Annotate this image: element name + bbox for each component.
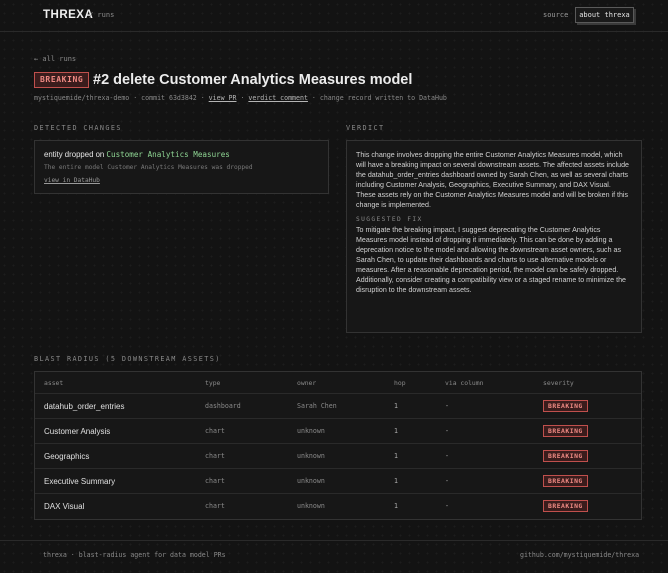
run-meta-suffix: · change record written to DataHub xyxy=(307,94,447,102)
asset-via-column: - xyxy=(445,452,449,460)
asset-hop: 1 xyxy=(394,427,398,435)
detected-changes-heading: DETECTED CHANGES xyxy=(34,124,122,132)
table-row[interactable]: datahub_order_entries dashboard Sarah Ch… xyxy=(35,394,641,419)
change-prefix: entity dropped on xyxy=(44,150,107,159)
asset-via-column: - xyxy=(445,502,449,510)
asset-via-column: - xyxy=(445,477,449,485)
asset-owner: Sarah Chen xyxy=(297,402,337,410)
col-asset: asset xyxy=(44,379,64,387)
asset-name[interactable]: Executive Summary xyxy=(44,469,115,494)
top-bar: THREXA / runs source about threxa xyxy=(0,0,668,32)
view-pr-link[interactable]: view PR xyxy=(209,94,237,102)
footer-tagline: threxa · blast-radius agent for data mod… xyxy=(43,551,226,559)
verdict-heading: VERDICT xyxy=(346,124,385,132)
nav-source-link[interactable]: source xyxy=(543,11,568,19)
footer-divider xyxy=(0,540,668,541)
asset-hop: 1 xyxy=(394,502,398,510)
severity-badge: BREAKING xyxy=(543,425,588,438)
back-to-runs-link[interactable]: ← all runs xyxy=(34,55,76,63)
asset-owner: unknown xyxy=(297,452,325,460)
severity-cell: BREAKING xyxy=(543,394,588,419)
suggested-fix-heading: SUGGESTED FIX xyxy=(356,216,423,223)
page-title: #2 delete Customer Analytics Measures mo… xyxy=(93,72,413,88)
verdict-comment-link[interactable]: verdict comment xyxy=(248,94,308,102)
asset-hop: 1 xyxy=(394,477,398,485)
verdict-text: This change involves dropping the entire… xyxy=(356,151,629,209)
detected-changes-card: entity dropped on Customer Analytics Mea… xyxy=(34,140,329,194)
asset-type: chart xyxy=(205,477,225,485)
severity-cell: BREAKING xyxy=(543,444,588,469)
view-in-datahub-link[interactable]: view in DataHub xyxy=(44,177,100,184)
asset-hop: 1 xyxy=(394,452,398,460)
col-hop: hop xyxy=(394,379,406,387)
severity-badge: BREAKING xyxy=(543,475,588,488)
table-row[interactable]: DAX Visual chart unknown 1 - BREAKING xyxy=(35,494,641,519)
asset-owner: unknown xyxy=(297,477,325,485)
asset-hop: 1 xyxy=(394,402,398,410)
table-row[interactable]: Geographics chart unknown 1 - BREAKING xyxy=(35,444,641,469)
change-description: The entire model Customer Analytics Meas… xyxy=(44,164,253,171)
col-owner: owner xyxy=(297,379,317,387)
asset-type: chart xyxy=(205,452,225,460)
col-via-column: via column xyxy=(445,379,484,387)
severity-cell: BREAKING xyxy=(543,469,588,494)
asset-name[interactable]: Geographics xyxy=(44,444,89,469)
nav-about-button[interactable]: about threxa xyxy=(575,7,634,23)
meta-separator: · xyxy=(236,94,249,102)
footer-repo-link[interactable]: github.com/mystiquemide/threxa xyxy=(520,551,639,559)
blast-radius-table: asset type owner hop via column severity… xyxy=(34,371,642,520)
change-summary: entity dropped on Customer Analytics Mea… xyxy=(44,150,230,159)
asset-name[interactable]: DAX Visual xyxy=(44,494,84,519)
col-type: type xyxy=(205,379,221,387)
asset-type: chart xyxy=(205,427,225,435)
asset-via-column: - xyxy=(445,402,449,410)
blast-radius-heading: BLAST RADIUS (5 DOWNSTREAM ASSETS) xyxy=(34,355,221,363)
asset-owner: unknown xyxy=(297,502,325,510)
status-badge: BREAKING xyxy=(34,72,90,88)
table-row[interactable]: Customer Analysis chart unknown 1 - BREA… xyxy=(35,419,641,444)
severity-badge: BREAKING xyxy=(543,450,588,463)
run-meta: mystiquemide/threxa-demo · commit 63d384… xyxy=(34,94,447,102)
asset-type: chart xyxy=(205,502,225,510)
severity-badge: BREAKING xyxy=(543,400,588,413)
table-header-row: asset type owner hop via column severity xyxy=(35,372,641,394)
asset-name[interactable]: datahub_order_entries xyxy=(44,394,125,419)
severity-cell: BREAKING xyxy=(543,494,588,519)
brand-logo[interactable]: THREXA xyxy=(43,9,93,21)
verdict-card: This change involves dropping the entire… xyxy=(346,140,642,333)
asset-via-column: - xyxy=(445,427,449,435)
table-row[interactable]: Executive Summary chart unknown 1 - BREA… xyxy=(35,469,641,494)
col-severity: severity xyxy=(543,379,574,387)
changed-model-name: Customer Analytics Measures xyxy=(106,150,230,159)
breadcrumb[interactable]: / runs xyxy=(89,11,114,19)
run-meta-prefix: mystiquemide/threxa-demo · commit 63d384… xyxy=(34,94,209,102)
asset-name[interactable]: Customer Analysis xyxy=(44,419,110,444)
severity-badge: BREAKING xyxy=(543,500,588,513)
asset-owner: unknown xyxy=(297,427,325,435)
asset-type: dashboard xyxy=(205,402,241,410)
severity-cell: BREAKING xyxy=(543,419,588,444)
suggested-fix-text: To mitigate the breaking impact, I sugge… xyxy=(356,226,626,294)
